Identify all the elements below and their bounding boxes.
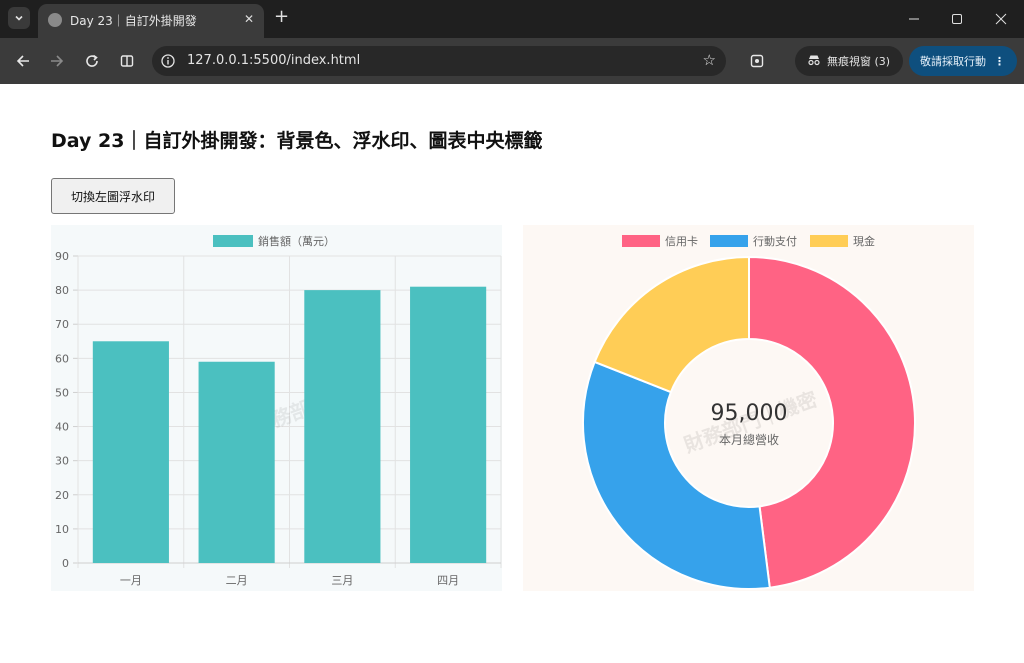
legend-swatch-信用卡 [622, 235, 660, 247]
bar-chart-panel: 0 10 20 30 40 50 60 70 80 90 業務部門 一月 二月 三月 四月 銷售額（萬元） [51, 225, 502, 591]
legend-label-sales: 銷售額（萬元） [258, 234, 335, 248]
browser-tab[interactable]: Day 23｜自訂外掛開發 ✕ [38, 4, 264, 38]
doughnut-center-label: 本月總營收 [718, 433, 780, 447]
y-tick-label: 10 [55, 523, 69, 536]
bar-四月 [410, 286, 487, 563]
address-bar[interactable]: 127.0.0.1:5500/index.html ☆ [152, 46, 726, 76]
legend-label-現金: 現金 [853, 234, 875, 248]
legend-swatch-現金 [810, 235, 848, 247]
browser-toolbar: 127.0.0.1:5500/index.html ☆ 無痕視窗 (3) 敬請採… [0, 38, 1024, 84]
legend-label-行動支付: 行動支付 [753, 234, 797, 248]
x-tick-label: 二月 [226, 574, 248, 587]
y-tick-label: 90 [55, 250, 69, 263]
x-tick-label: 一月 [120, 574, 142, 587]
more-icon[interactable]: ⋮ [994, 55, 1005, 68]
bar-二月 [198, 361, 275, 563]
minimize-icon[interactable] [904, 9, 924, 29]
bar-chart: 0102030405060708090業務部門一月 二月 三月 四月銷售額（萬元） [55, 234, 502, 587]
action-button[interactable]: 敬請採取行動 ⋮ [909, 46, 1017, 76]
browser-titlebar: Day 23｜自訂外掛開發 ✕ + [0, 0, 1024, 38]
tab-search-icon[interactable] [8, 7, 30, 29]
y-tick-label: 50 [55, 386, 69, 399]
action-label: 敬請採取行動 [920, 55, 986, 68]
y-tick-label: 60 [55, 352, 69, 365]
site-info-icon[interactable] [160, 53, 176, 69]
reload-icon[interactable] [81, 50, 103, 72]
legend-label-信用卡: 信用卡 [665, 235, 698, 248]
x-tick-label: 三月 [331, 574, 353, 587]
bar-一月 [92, 341, 169, 563]
legend-swatch-sales [213, 235, 253, 247]
globe-icon [48, 13, 62, 27]
bar-三月 [304, 290, 381, 563]
back-icon[interactable] [12, 50, 34, 72]
incognito-icon [807, 54, 821, 69]
y-tick-label: 80 [55, 284, 69, 297]
forward-icon[interactable] [46, 50, 68, 72]
y-tick-label: 70 [55, 318, 69, 331]
plus-icon[interactable]: + [274, 8, 289, 26]
split-view-icon[interactable] [116, 50, 138, 72]
url-text[interactable]: 127.0.0.1:5500/index.html [187, 53, 360, 68]
close-icon[interactable]: ✕ [244, 12, 254, 26]
x-tick-label: 四月 [437, 574, 459, 587]
slice-現金 [593, 255, 750, 394]
slice-行動支付 [582, 360, 771, 590]
y-tick-label: 30 [55, 455, 69, 468]
doughnut-chart-panel: 財務部門｜機密 信用卡 行動支付 現金 95,000 本月總營收 [523, 225, 974, 591]
incognito-indicator[interactable]: 無痕視窗 (3) [795, 46, 903, 76]
window-close-icon[interactable] [991, 9, 1011, 29]
tab-title: Day 23｜自訂外掛開發 [70, 14, 197, 28]
page-viewport: Day 23｜自訂外掛開發：背景色、浮水印、圖表中央標籤 切換左圖浮水印 0 10… [0, 84, 1024, 663]
legend-swatch-行動支付 [710, 235, 748, 247]
y-tick-label: 20 [55, 489, 69, 502]
translate-icon[interactable] [746, 50, 768, 72]
page-title: Day 23｜自訂外掛開發：背景色、浮水印、圖表中央標籤 [51, 130, 543, 152]
y-tick-label: 40 [55, 421, 69, 434]
incognito-label: 無痕視窗 (3) [827, 55, 891, 68]
toggle-watermark-button[interactable]: 切換左圖浮水印 [51, 178, 175, 214]
y-tick-label: 0 [62, 557, 69, 570]
maximize-icon[interactable] [947, 9, 967, 29]
doughnut-center-value: 95,000 [710, 401, 788, 426]
star-icon[interactable]: ☆ [703, 51, 716, 69]
